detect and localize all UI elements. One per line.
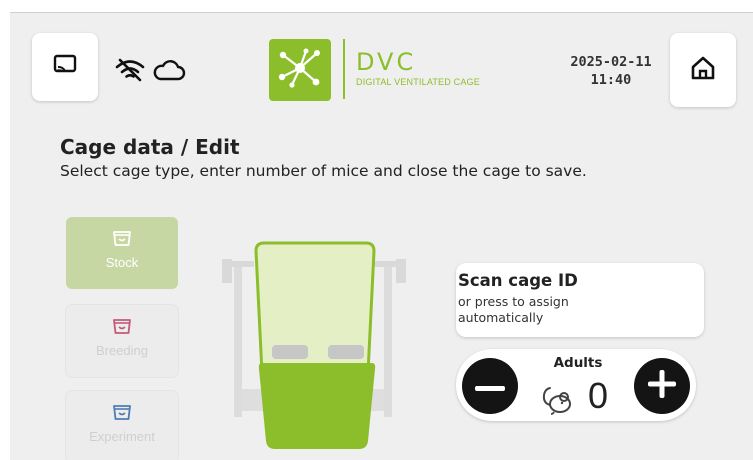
decrement-button[interactable] [462, 358, 518, 414]
cloud-icon [150, 57, 188, 83]
datetime: 2025-02-11 11:40 [562, 53, 660, 89]
cage-type-experiment-button[interactable]: Experiment [66, 391, 178, 460]
cage-icon [112, 229, 132, 251]
increment-button[interactable] [634, 358, 690, 414]
scan-subtitle: or press to assign automatically [458, 294, 569, 325]
plus-icon [648, 370, 676, 402]
network-logo-icon [277, 47, 323, 93]
cast-icon [53, 54, 77, 80]
logo-tagline: DIGITAL VENTILATED CAGE [356, 77, 480, 87]
time-text: 11:40 [590, 72, 632, 88]
page-title: Cage data / Edit [60, 135, 240, 159]
scan-title: Scan cage ID [458, 271, 578, 290]
adults-label: Adults [553, 355, 603, 371]
minus-icon [475, 377, 505, 396]
cage-icon [112, 317, 132, 339]
cast-button[interactable] [32, 33, 98, 101]
cage-type-stock-button[interactable]: Stock [66, 217, 178, 289]
cage-type-label: Experiment [89, 429, 155, 444]
cage-icon [112, 403, 132, 425]
cage-type-breeding-button[interactable]: Breeding [66, 305, 178, 377]
cage-type-label: Breeding [95, 343, 149, 358]
home-icon [690, 55, 716, 85]
adults-count: 0 [588, 375, 609, 416]
logo-divider [343, 39, 345, 99]
home-button[interactable] [670, 33, 736, 107]
date-text: 2025-02-11 [570, 54, 652, 70]
page-instructions: Select cage type, enter number of mice a… [60, 162, 587, 180]
cage-illustration [220, 239, 410, 451]
mouse-icon [540, 381, 576, 417]
wifi-off-icon [114, 57, 146, 83]
device-screen: DVC DIGITAL VENTILATED CAGE 2025-02-11 1… [10, 12, 753, 460]
dvc-logo [269, 39, 331, 101]
cage-type-label: Stock [105, 255, 139, 270]
logo-name: DVC [356, 48, 417, 76]
